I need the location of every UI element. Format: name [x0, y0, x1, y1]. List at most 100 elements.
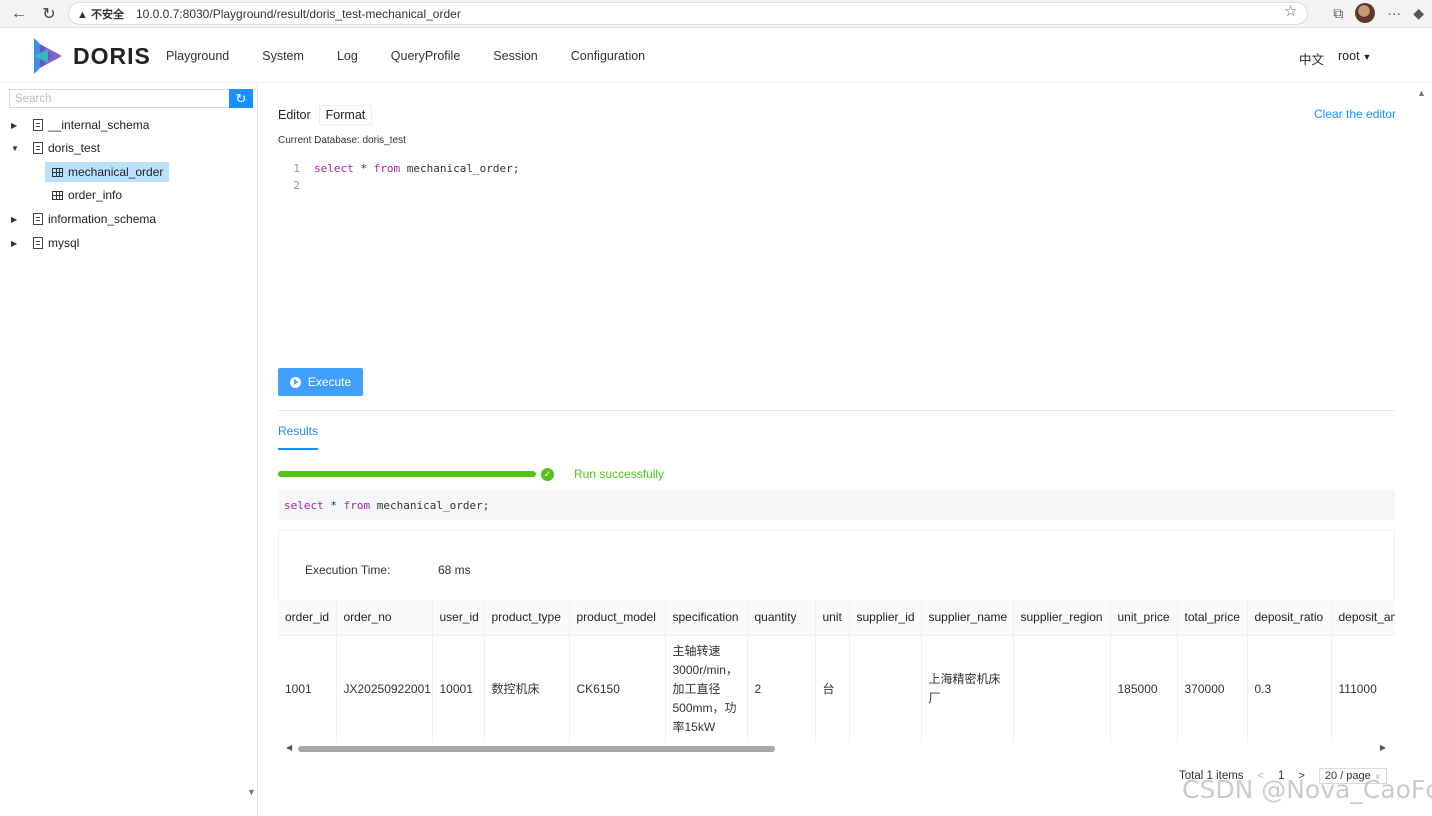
line-number: 2 [293, 179, 300, 192]
table-cell: CK6150 [569, 635, 666, 742]
column-header[interactable]: user_id [432, 600, 485, 636]
column-header[interactable]: supplier_id [849, 600, 922, 636]
tree-table-label: order_info [68, 188, 123, 202]
code-line: 2 [278, 179, 519, 196]
user-menu[interactable]: root ▼ [1338, 49, 1371, 63]
tab-editor[interactable]: Editor [278, 108, 311, 122]
tree-db-information-schema[interactable]: ▶ information_schema [0, 208, 156, 230]
table-cell [849, 635, 922, 742]
extensions-icon[interactable]: ⧉ [1333, 5, 1343, 22]
caret-right-icon[interactable]: ▶ [11, 121, 21, 130]
bookmark-star-icon[interactable]: ☆ [1284, 2, 1297, 20]
execute-button[interactable]: Execute [278, 368, 363, 396]
tab-results[interactable]: Results [278, 424, 319, 450]
table-cell [1013, 635, 1111, 742]
code-token: * [353, 162, 374, 175]
play-icon [289, 376, 301, 388]
main-panel: ▲ Editor Format Clear the editor Current… [259, 84, 1432, 816]
tree-table-order-info[interactable]: order_info [45, 185, 128, 205]
caret-down-icon: ▼ [1362, 52, 1372, 62]
reload-icon[interactable]: ↻ [38, 3, 60, 25]
refresh-button[interactable]: ↻ [229, 89, 253, 108]
more-menu-icon[interactable]: ··· [1387, 5, 1401, 21]
tree-db-label: __internal_schema [48, 118, 150, 132]
database-icon [33, 237, 43, 249]
column-header[interactable]: quantity [747, 600, 816, 636]
column-header[interactable]: supplier_name [921, 600, 1014, 636]
horizontal-scrollbar[interactable]: ◀ ▶ [286, 743, 1386, 753]
scroll-down-arrow-icon[interactable]: ▼ [247, 787, 256, 797]
menu-log[interactable]: Log [337, 49, 358, 63]
back-arrow-icon[interactable]: ← [8, 3, 30, 25]
avatar[interactable] [1355, 3, 1376, 23]
caret-down-icon[interactable]: ▼ [11, 144, 21, 153]
browser-toolbar: ← ↻ ▲ 不安全 10.0.0.7:8030/Playground/resul… [0, 0, 1432, 28]
tree-db-doris-test[interactable]: ▼ doris_test [0, 137, 100, 159]
column-header[interactable]: unit_price [1110, 600, 1178, 636]
caret-right-icon[interactable]: ▶ [11, 215, 21, 224]
database-sidebar: ↻ ▶ __internal_schema ▼ doris_test mecha… [0, 84, 258, 816]
editor-tabs: Editor Format [278, 105, 373, 125]
format-button[interactable]: Format [318, 105, 373, 125]
column-header[interactable]: total_price [1177, 600, 1248, 636]
browser-actions: ⧉ ··· ◆ [1333, 3, 1424, 23]
execute-label: Execute [307, 375, 352, 389]
sql-editor[interactable]: 1 select * from mechanical_order; 2 [278, 162, 519, 196]
table-header-row: order_id order_no user_id product_type p… [278, 600, 1395, 636]
column-header[interactable]: unit [815, 600, 850, 636]
app-header: DORIS Playground System Log QueryProfile… [0, 29, 1432, 83]
sql-keyword: select [284, 499, 324, 512]
column-header[interactable]: order_no [336, 600, 433, 636]
current-database: Current Database: doris_test [278, 135, 406, 146]
column-header[interactable]: specification [665, 600, 748, 636]
column-header[interactable]: deposit_ratio [1247, 600, 1332, 636]
column-header[interactable]: supplier_region [1013, 600, 1111, 636]
code-text: select * from mechanical_order; [314, 162, 519, 179]
watermark: CSDN @Nova_CaoFc [1182, 775, 1432, 804]
language-switch[interactable]: 中文 [1299, 49, 1324, 68]
tree-db-mysql[interactable]: ▶ mysql [0, 232, 79, 254]
doris-logo-icon [34, 38, 62, 74]
exec-time-label: Execution Time: [305, 563, 391, 577]
address-bar[interactable]: ▲ 不安全 10.0.0.7:8030/Playground/result/do… [68, 2, 1308, 25]
menu-queryprofile[interactable]: QueryProfile [391, 49, 460, 63]
scroll-left-arrow-icon[interactable]: ◀ [286, 743, 292, 752]
copilot-icon[interactable]: ◆ [1413, 5, 1424, 22]
brand-name: DORIS [73, 43, 151, 69]
main-menu: Playground System Log QueryProfile Sessi… [166, 49, 678, 63]
tree-table-mechanical-order[interactable]: mechanical_order [45, 162, 170, 182]
run-status: Run successfully [574, 467, 665, 481]
scroll-up-arrow-icon[interactable]: ▲ [1417, 88, 1426, 98]
divider [278, 410, 1395, 411]
execution-stats: Execution Time: 68 ms [278, 530, 1395, 600]
database-icon [33, 213, 43, 225]
scroll-right-arrow-icon[interactable]: ▶ [1380, 743, 1386, 752]
sql-keyword: from [343, 499, 371, 512]
column-header[interactable]: product_type [484, 600, 570, 636]
line-number: 1 [293, 162, 300, 175]
progress-bar [278, 471, 536, 477]
column-header[interactable]: order_id [278, 600, 337, 636]
menu-playground[interactable]: Playground [166, 49, 229, 63]
results-table: order_id order_no user_id product_type p… [278, 600, 1395, 742]
search-input[interactable] [9, 89, 229, 108]
tree-db-label: information_schema [48, 212, 157, 226]
database-icon [33, 142, 43, 154]
menu-session[interactable]: Session [493, 49, 537, 63]
table-cell: 0.3 [1247, 635, 1332, 742]
sql-token: mechanical_order; [370, 499, 490, 512]
menu-system[interactable]: System [262, 49, 304, 63]
menu-configuration[interactable]: Configuration [571, 49, 645, 63]
tree-db-internal-schema[interactable]: ▶ __internal_schema [0, 114, 149, 136]
security-warning: ▲ 不安全 [77, 8, 124, 21]
table-icon [52, 167, 63, 177]
clear-editor-link[interactable]: Clear the editor [1314, 107, 1396, 121]
tree-db-label: doris_test [48, 141, 101, 155]
scrollbar-thumb[interactable] [298, 746, 775, 752]
executed-sql: select * from mechanical_order; [278, 490, 1395, 520]
column-header[interactable]: deposit_amo [1331, 600, 1395, 636]
column-header[interactable]: product_model [569, 600, 666, 636]
sidebar-search: ↻ [9, 89, 253, 108]
caret-right-icon[interactable]: ▶ [11, 239, 21, 248]
table-icon [52, 190, 63, 200]
